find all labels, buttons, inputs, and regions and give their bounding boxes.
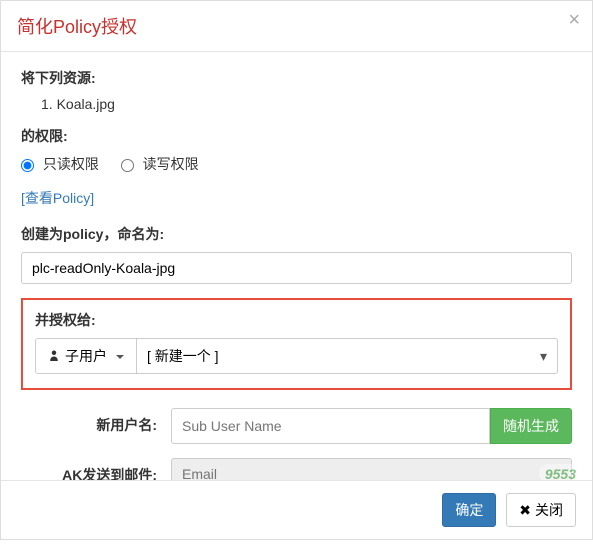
radio-readwrite-input[interactable] (121, 159, 134, 172)
policy-auth-modal: 简化Policy授权 × 将下列资源: 1. Koala.jpg 的权限: 只读… (0, 0, 593, 540)
radio-readonly-input[interactable] (21, 159, 34, 172)
radio-readonly-label: 只读权限 (43, 156, 99, 172)
new-user-label: 新用户名: (21, 408, 171, 435)
modal-title: 简化Policy授权 (17, 13, 576, 39)
policy-name-input[interactable] (21, 252, 572, 284)
resource-item: 1. Koala.jpg (41, 96, 572, 112)
permission-radio-group: 只读权限 读写权限 (21, 154, 572, 174)
grant-type-label: 子用户 (65, 346, 107, 366)
user-icon (48, 348, 60, 364)
confirm-button[interactable]: 确定 (442, 493, 496, 527)
modal-header: 简化Policy授权 × (1, 1, 592, 52)
close-button[interactable]: ✖ 关闭 (506, 493, 576, 527)
grant-highlight-box: 并授权给: 子用户 [ 新建一个 ] ▾ (21, 298, 572, 390)
caret-down-icon (112, 348, 124, 364)
new-user-input[interactable] (171, 408, 490, 444)
select-caret-icon: ▾ (530, 339, 557, 373)
close-x-icon: ✖ (519, 502, 531, 519)
grant-target-select[interactable]: [ 新建一个 ] (137, 339, 530, 373)
grant-label: 并授权给: (35, 310, 558, 330)
modal-footer: 确定 ✖ 关闭 (1, 480, 592, 540)
confirm-button-label: 确定 (455, 500, 483, 520)
create-policy-label: 创建为policy，命名为: (21, 224, 572, 244)
grant-input-group: 子用户 [ 新建一个 ] ▾ (35, 338, 558, 374)
close-button-label: 关闭 (535, 500, 563, 520)
random-generate-button[interactable]: 随机生成 (490, 408, 572, 444)
new-user-row: 新用户名: 随机生成 (21, 408, 572, 444)
resource-list: 1. Koala.jpg (41, 96, 572, 112)
permission-label: 的权限: (21, 126, 572, 146)
radio-readwrite-label: 读写权限 (143, 156, 199, 172)
radio-readwrite[interactable]: 读写权限 (121, 156, 199, 172)
view-policy-link[interactable]: [查看Policy] (21, 188, 94, 208)
grant-type-dropdown[interactable]: 子用户 (36, 339, 137, 373)
radio-readonly[interactable]: 只读权限 (21, 156, 103, 172)
modal-body: 将下列资源: 1. Koala.jpg 的权限: 只读权限 读写权限 [查看Po… (1, 52, 592, 545)
resources-label: 将下列资源: (21, 68, 572, 88)
close-icon[interactable]: × (568, 9, 580, 32)
